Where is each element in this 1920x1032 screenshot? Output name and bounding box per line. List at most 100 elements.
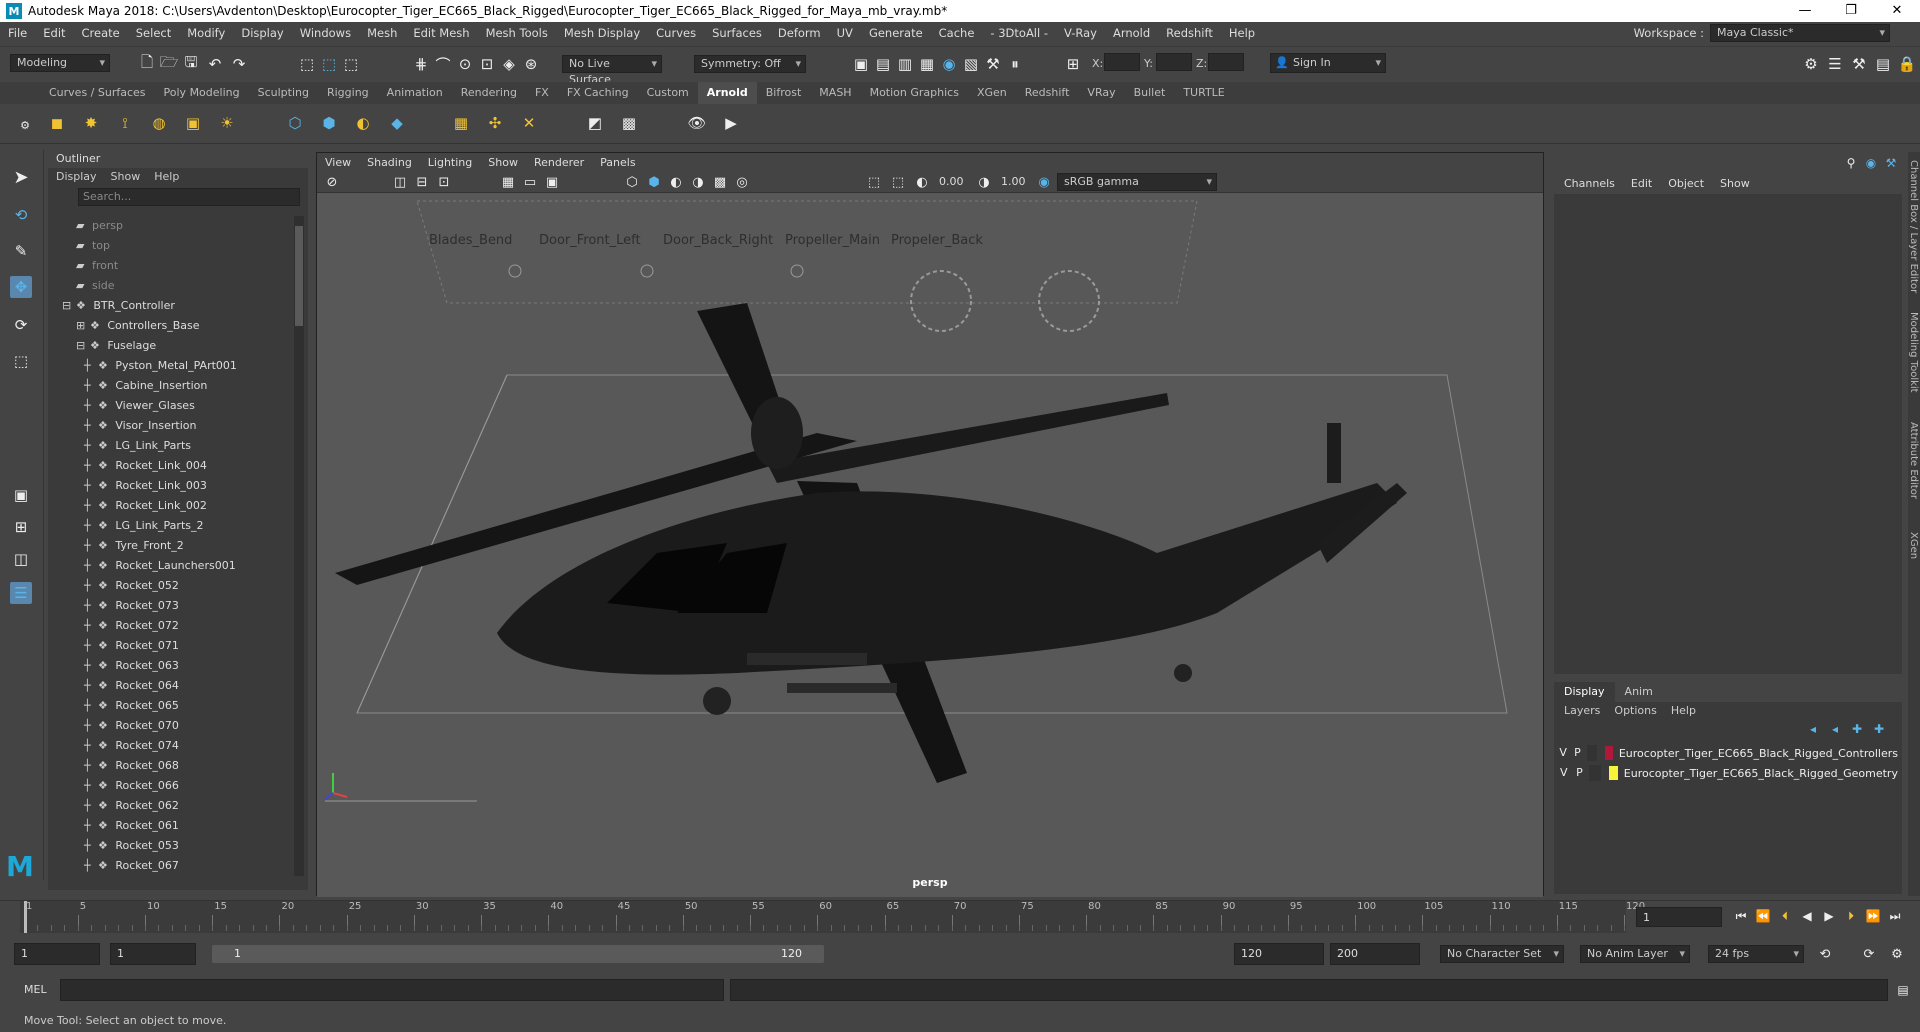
outliner-row[interactable]: ┼ ❖ Rocket_066 (48, 776, 292, 796)
outliner-row[interactable]: ┼ ❖ Rocket_062 (48, 796, 292, 816)
gamma-icon[interactable]: ◑ (973, 171, 995, 193)
side-tab[interactable]: Attribute Editor (1908, 422, 1919, 499)
visibility-toggle[interactable]: V (1558, 765, 1570, 781)
shelf-tab[interactable]: Animation (378, 82, 452, 104)
shelf-tab[interactable]: Rendering (452, 82, 526, 104)
tx-delete-icon[interactable]: ✕ (518, 112, 540, 134)
outliner-scrollbar[interactable] (294, 216, 304, 876)
shelf-tab[interactable]: TURTLE (1174, 82, 1233, 104)
visibility-toggle[interactable]: V (1558, 745, 1568, 761)
menu-item[interactable]: Edit Mesh (405, 26, 477, 40)
outliner-row[interactable]: ┼ ❖ Rocket_072 (48, 616, 292, 636)
use-lights-icon[interactable]: ▩ (709, 171, 731, 193)
live-surface-field[interactable]: No Live Surface (562, 55, 662, 86)
lock-icon[interactable]: 🔒 (1896, 53, 1918, 75)
layer-row[interactable]: V P Eurocopter_Tiger_EC665_Black_Rigged_Ge… (1558, 764, 1898, 782)
move-tool-icon[interactable]: ✥ (10, 276, 32, 298)
light-portal-icon[interactable]: ▣ (182, 112, 204, 134)
outliner-row[interactable]: ⊞ ❖ Controllers_Base (48, 316, 292, 336)
paint-select-icon[interactable]: ✎ (10, 240, 32, 262)
isolate-select-icon[interactable]: ⬚ (863, 171, 885, 193)
select-objects-icon[interactable]: ⬚ (318, 53, 340, 75)
menu-item[interactable]: Mesh (359, 26, 405, 40)
layer-color-swatch[interactable] (1608, 766, 1618, 780)
3d-viewport[interactable]: Blades_Bend Door_Front_Left Door_Back_Righ… (317, 193, 1543, 897)
viewport-menu-item[interactable]: Renderer (526, 156, 592, 169)
menu-item[interactable]: Mesh Tools (478, 26, 556, 40)
ipr-render-icon[interactable]: ▥ (894, 53, 916, 75)
single-perspective-icon[interactable]: ▣ (10, 484, 32, 506)
persp-outliner-icon[interactable]: ◫ (10, 548, 32, 570)
shelf-tab[interactable]: Bifrost (757, 82, 811, 104)
outliner-row[interactable]: ┼ ❖ Rocket_065 (48, 696, 292, 716)
menu-item[interactable]: Cache (931, 26, 983, 40)
channel-box-menu-item[interactable]: Channels (1564, 177, 1615, 190)
fps-dropdown[interactable]: 24 fps (1708, 945, 1804, 963)
shelf-tab[interactable]: Arnold (697, 82, 757, 104)
side-tab[interactable]: Channel Box / Layer Editor (1908, 160, 1919, 293)
menu-item[interactable]: Redshift (1158, 26, 1221, 40)
loop-icon[interactable]: ⟲ (1814, 943, 1836, 965)
shelf-tab[interactable]: Motion Graphics (861, 82, 968, 104)
texture-manager-icon[interactable]: ▦ (450, 112, 472, 134)
menu-item[interactable]: - 3DtoAll - (982, 26, 1056, 40)
outliner-menu-item[interactable]: Display (56, 168, 97, 186)
channel-box-toggle-icon[interactable]: ⚲ (1840, 152, 1862, 174)
range-bar[interactable]: 1 120 (212, 945, 824, 963)
end-time-field[interactable]: 200 (1330, 943, 1420, 965)
select-components-icon[interactable]: ⬚ (340, 53, 362, 75)
gamma-value[interactable]: 1.00 (1001, 175, 1026, 188)
save-scene-icon[interactable]: 🖫 (180, 53, 202, 75)
move-layer-up-icon[interactable]: ◂ (1802, 718, 1824, 740)
propeler-back-control[interactable] (1038, 270, 1100, 332)
shelf-tab[interactable]: Redshift (1016, 82, 1079, 104)
anim-layer-dropdown[interactable]: No Anim Layer (1580, 945, 1690, 963)
anim-start-field[interactable]: 1 (110, 943, 196, 965)
pause-render-icon[interactable]: ⏸ (1004, 53, 1026, 75)
outliner-row[interactable]: ┼ ❖ Rocket_063 (48, 656, 292, 676)
exposure-icon[interactable]: ◐ (911, 171, 933, 193)
playback-toggle[interactable]: P (1572, 745, 1582, 761)
render-frame-icon[interactable]: ▣ (850, 53, 872, 75)
skydome-light-icon[interactable]: ◍ (148, 112, 170, 134)
minimize-icon[interactable]: — (1782, 0, 1828, 22)
color-space-dropdown[interactable]: sRGB gamma (1057, 173, 1217, 191)
go-to-end-icon[interactable]: ⏭ (1884, 905, 1906, 927)
outliner-row[interactable]: ┼ ❖ Rocket_Link_002 (48, 496, 292, 516)
layer-menu-item[interactable]: Options (1614, 702, 1656, 720)
outliner-layout-icon[interactable]: ☰ (10, 582, 32, 604)
propeller-main-control[interactable] (910, 270, 972, 332)
tree-toggle-icon[interactable]: ⊟ (76, 336, 90, 356)
textured-icon[interactable]: ◑ (687, 171, 709, 193)
shadows-icon[interactable]: ◎ (731, 171, 753, 193)
attribute-editor-icon[interactable]: ☰ (1824, 53, 1846, 75)
resolution-gate-icon[interactable]: ▣ (541, 171, 563, 193)
outliner-row[interactable]: ┼ ❖ Rocket_070 (48, 716, 292, 736)
menu-item[interactable]: Curves (648, 26, 704, 40)
control-label[interactable]: Blades_Bend (429, 233, 512, 248)
shelf-tab[interactable]: FX (526, 82, 558, 104)
select-camera-icon[interactable]: ⊘ (321, 171, 343, 193)
shelf-tab[interactable]: FX Caching (558, 82, 638, 104)
four-view-icon[interactable]: ⊞ (10, 516, 32, 538)
scale-tool-icon[interactable]: ⬚ (10, 350, 32, 372)
shelf-tab[interactable]: Bullet (1125, 82, 1175, 104)
transform-mode-icon[interactable]: ⊞ (1062, 53, 1084, 75)
grid-icon[interactable]: ▦ (497, 171, 519, 193)
shelf-tab[interactable]: Rigging (318, 82, 378, 104)
layer-tab[interactable]: Anim (1615, 682, 1663, 702)
shelf-tab[interactable]: Poly Modeling (155, 82, 249, 104)
layer-name[interactable]: Eurocopter_Tiger_EC665_Black_Rigged_Geom… (1624, 767, 1898, 780)
step-back-frame-icon[interactable]: ⏪ (1752, 905, 1774, 927)
tree-toggle-icon[interactable]: ⊟ (62, 296, 76, 316)
color-management-icon[interactable]: ◉ (1033, 171, 1055, 193)
shelf-tab[interactable]: VRay (1078, 82, 1124, 104)
outliner-row[interactable]: ┼ ❖ Rocket_053 (48, 836, 292, 856)
time-ruler[interactable]: 1 5 10 15 20 25 30 35 40 45 50 55 60 65 70 75 80 85 90 95 10… (20, 901, 1645, 933)
menu-item[interactable]: UV (829, 26, 861, 40)
menu-item[interactable]: Deform (770, 26, 829, 40)
outliner-row[interactable]: ┼ ❖ Cabine_Insertion (48, 376, 292, 396)
symmetry-dropdown[interactable]: Symmetry: Off (694, 55, 806, 73)
door-front-left-control[interactable] (640, 264, 654, 278)
outliner-row[interactable]: ┼ ❖ Rocket_073 (48, 596, 292, 616)
